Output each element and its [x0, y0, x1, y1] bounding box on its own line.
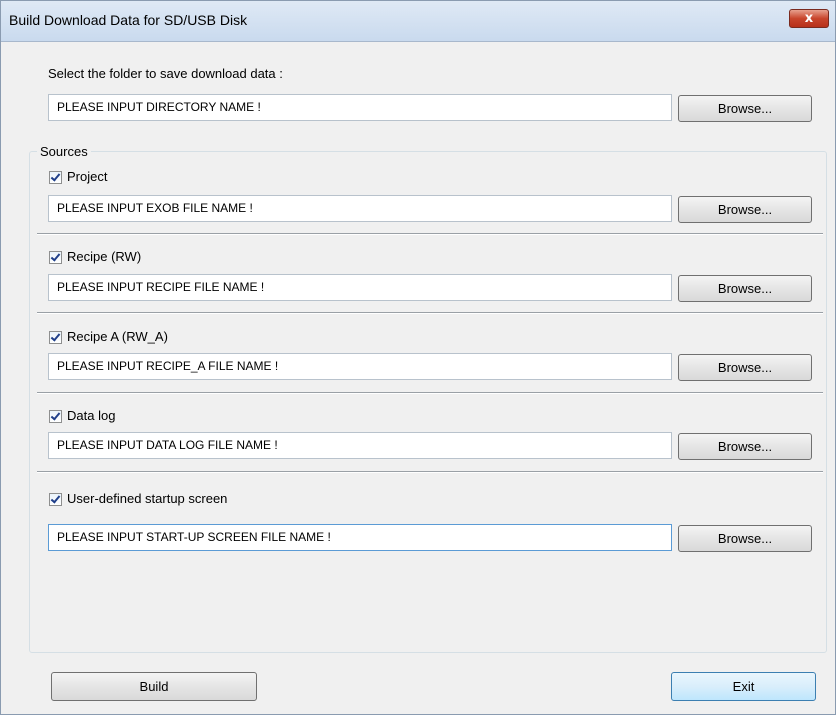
startup-screen-label: User-defined startup screen	[67, 491, 228, 506]
project-file-input[interactable]: PLEASE INPUT EXOB FILE NAME !	[48, 195, 672, 222]
browse-project-button[interactable]: Browse...	[678, 196, 812, 223]
data-log-label: Data log	[67, 408, 116, 423]
startup-screen-file-input[interactable]: PLEASE INPUT START-UP SCREEN FILE NAME !	[48, 524, 672, 551]
browse-startup-screen-button[interactable]: Browse...	[678, 525, 812, 552]
browse-recipe-button[interactable]: Browse...	[678, 275, 812, 302]
project-label: Project	[67, 169, 108, 184]
recipe-file-input[interactable]: PLEASE INPUT RECIPE FILE NAME !	[48, 274, 672, 301]
recipe-label: Recipe (RW)	[67, 249, 142, 264]
sources-legend: Sources	[37, 144, 91, 159]
separator	[37, 392, 823, 394]
recipe-a-label: Recipe A (RW_A)	[67, 329, 168, 344]
separator	[37, 233, 823, 235]
close-button[interactable]: x	[789, 9, 829, 28]
recipe-a-checkbox[interactable]	[49, 331, 62, 344]
exit-button[interactable]: Exit	[671, 672, 816, 701]
browse-data-log-button[interactable]: Browse...	[678, 433, 812, 460]
recipe-checkbox[interactable]	[49, 251, 62, 264]
folder-label: Select the folder to save download data …	[48, 66, 283, 81]
startup-screen-checkbox[interactable]	[49, 493, 62, 506]
sources-groupbox	[29, 151, 827, 653]
browse-directory-button[interactable]: Browse...	[678, 95, 812, 122]
close-icon: x	[804, 11, 814, 26]
data-log-file-input[interactable]: PLEASE INPUT DATA LOG FILE NAME !	[48, 432, 672, 459]
separator	[37, 312, 823, 314]
build-button[interactable]: Build	[51, 672, 257, 701]
separator	[37, 471, 823, 473]
directory-input[interactable]: PLEASE INPUT DIRECTORY NAME !	[48, 94, 672, 121]
data-log-checkbox[interactable]	[49, 410, 62, 423]
title-bar[interactable]: Build Download Data for SD/USB Disk x	[1, 1, 835, 42]
project-checkbox[interactable]	[49, 171, 62, 184]
window-title: Build Download Data for SD/USB Disk	[9, 12, 248, 28]
dialog-window: Build Download Data for SD/USB Disk x Se…	[0, 0, 836, 715]
browse-recipe-a-button[interactable]: Browse...	[678, 354, 812, 381]
recipe-a-file-input[interactable]: PLEASE INPUT RECIPE_A FILE NAME !	[48, 353, 672, 380]
